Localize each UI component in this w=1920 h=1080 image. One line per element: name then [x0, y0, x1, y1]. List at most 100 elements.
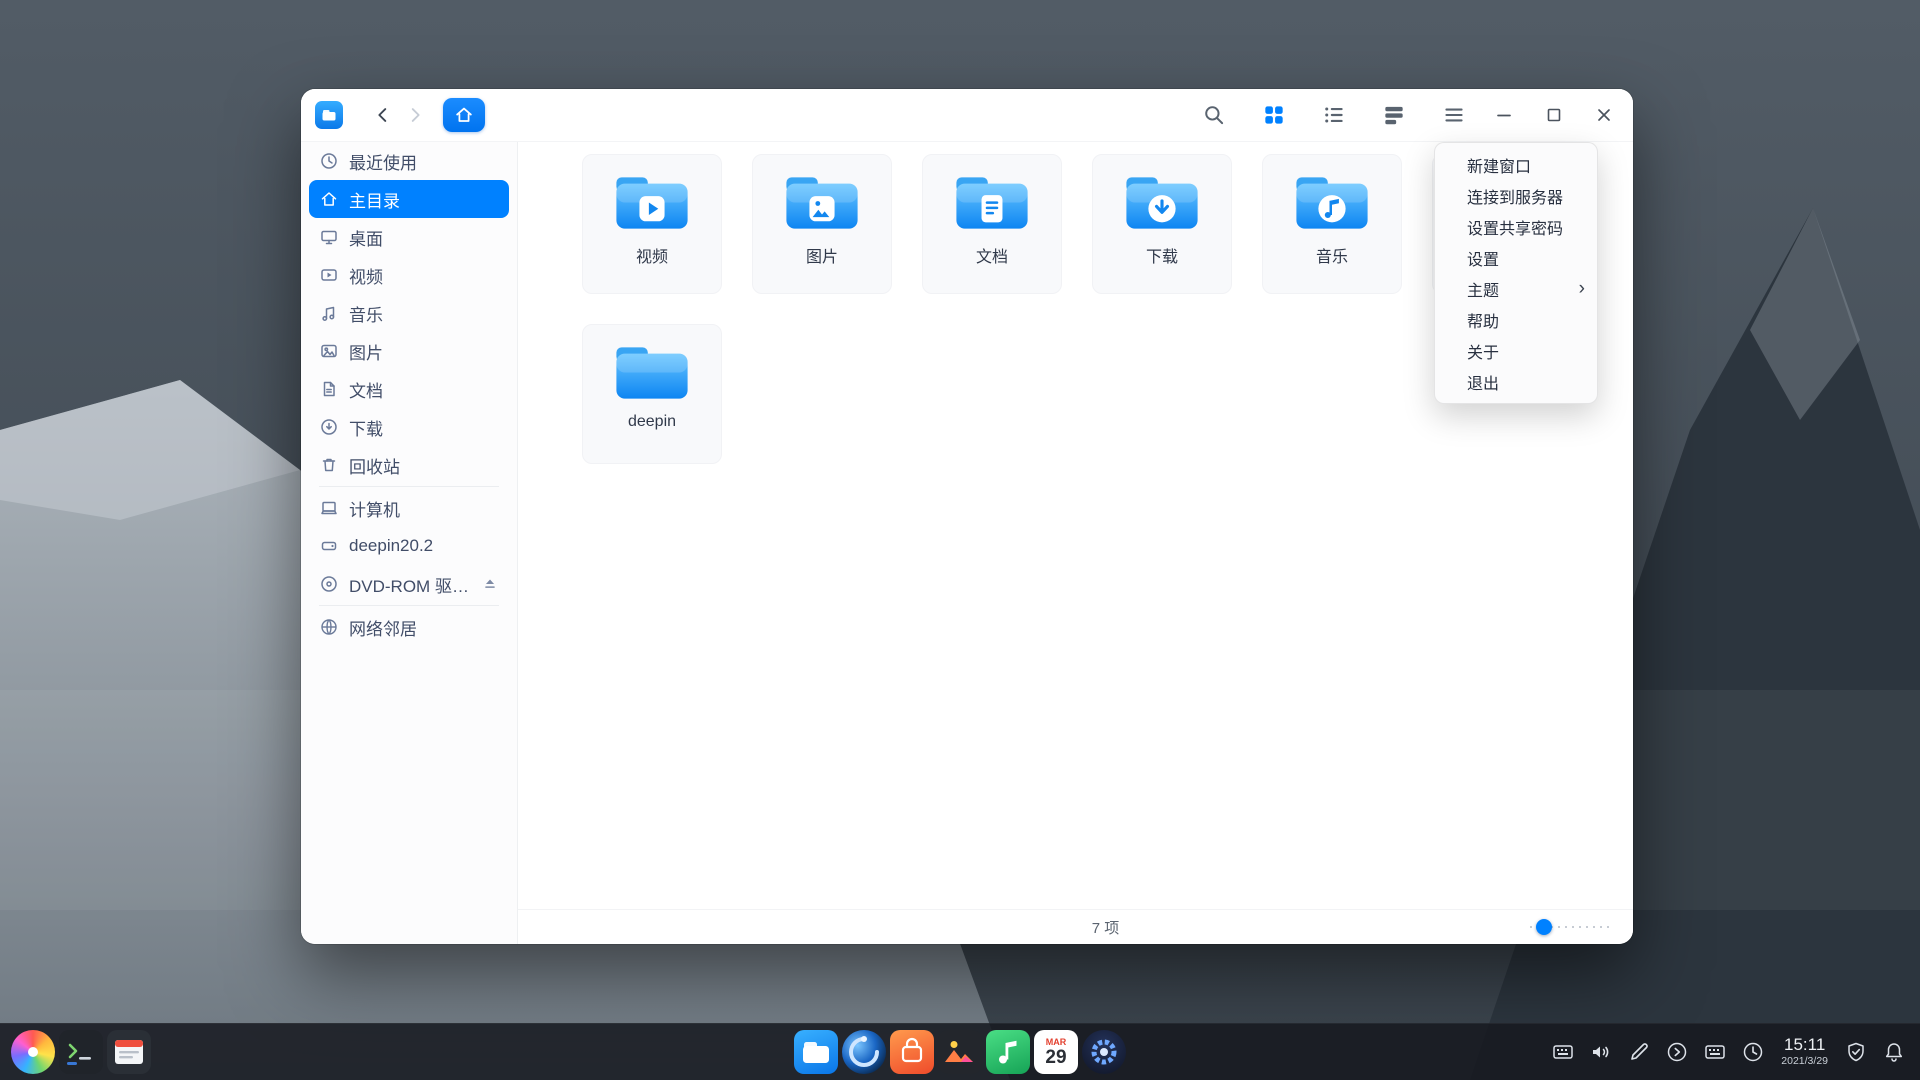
dvd-icon — [319, 574, 339, 594]
detail-view-button[interactable] — [1379, 100, 1409, 130]
dock-clock[interactable]: 15:11 2021/3/29 — [1781, 1036, 1828, 1067]
search-button[interactable] — [1199, 100, 1229, 130]
sidebar-item-documents[interactable]: 文档 — [309, 370, 509, 408]
editor-app-icon[interactable] — [107, 1030, 151, 1074]
dock-browser-icon[interactable] — [842, 1030, 886, 1074]
menu-item-help[interactable]: 帮助 — [1435, 304, 1597, 335]
folder-icon — [1290, 170, 1374, 237]
search-icon — [1201, 102, 1227, 128]
sidebar-item-pictures[interactable]: 图片 — [309, 332, 509, 370]
speaker-icon — [1589, 1040, 1613, 1064]
folder-downloads[interactable]: 下载 — [1092, 154, 1232, 294]
menu-item-theme[interactable]: 主题 › — [1435, 273, 1597, 304]
editor-glyph-icon — [107, 1030, 151, 1074]
folder-icon — [610, 340, 694, 407]
menu-item-exit[interactable]: 退出 — [1435, 366, 1597, 397]
folder-icon — [1120, 170, 1204, 237]
sidebar-item-dvdrom[interactable]: DVD-ROM 驱… — [309, 565, 509, 603]
folder-label: deepin — [628, 413, 676, 431]
sidebar-item-label: 网络邻居 — [349, 615, 499, 640]
dock-file-manager-icon[interactable] — [794, 1030, 838, 1074]
folder-glyph-icon — [794, 1030, 838, 1074]
dock-image-viewer-icon[interactable] — [938, 1030, 982, 1074]
file-manager-app-icon — [315, 101, 343, 129]
terminal-glyph-icon — [59, 1030, 103, 1074]
sidebar-item-music[interactable]: 音乐 — [309, 294, 509, 332]
item-count: 7 项 — [1032, 917, 1120, 938]
menu-item-share-password[interactable]: 设置共享密码 — [1435, 211, 1597, 242]
disk-icon — [319, 536, 339, 556]
download-icon — [319, 417, 339, 437]
menu-item-label: 设置 — [1467, 246, 1499, 270]
dock-app-group: MAR 29 — [794, 1030, 1126, 1074]
folder-music[interactable]: 音乐 — [1262, 154, 1402, 294]
grid-view-button[interactable] — [1259, 100, 1289, 130]
folder-label: 图片 — [806, 243, 838, 267]
folder-documents[interactable]: 文档 — [922, 154, 1062, 294]
menu-item-new-window[interactable]: 新建窗口 — [1435, 149, 1597, 180]
forward-icon — [404, 104, 426, 126]
maximize-button[interactable] — [1539, 100, 1569, 130]
launcher-icon[interactable] — [11, 1030, 55, 1074]
datetime-tray-icon[interactable] — [1741, 1040, 1765, 1064]
back-icon — [372, 104, 394, 126]
home-button[interactable] — [443, 98, 485, 132]
maximize-icon — [1542, 103, 1566, 127]
sidebar-divider — [319, 605, 499, 606]
menu-button[interactable] — [1439, 100, 1469, 130]
sidebar-item-recent[interactable]: 最近使用 — [309, 142, 509, 180]
desktop-icon — [319, 227, 339, 247]
list-view-button[interactable] — [1319, 100, 1349, 130]
menu-item-label: 设置共享密码 — [1467, 215, 1563, 239]
onboard-keyboard-tray-icon[interactable] — [1703, 1040, 1727, 1064]
sidebar-item-label: 主目录 — [349, 187, 499, 212]
document-icon — [319, 379, 339, 399]
hamburger-icon — [1441, 102, 1467, 128]
folder-videos[interactable]: 视频 — [582, 154, 722, 294]
minimize-button[interactable] — [1489, 100, 1519, 130]
sidebar-item-computer[interactable]: 计算机 — [309, 489, 509, 527]
chevron-right-icon — [1665, 1040, 1689, 1064]
icon-size-slider[interactable] — [1530, 919, 1614, 935]
notification-center-icon[interactable] — [1882, 1040, 1906, 1064]
file-manager-window: 最近使用 主目录 桌面 视频 音乐 图片 — [301, 89, 1633, 944]
sidebar-item-network[interactable]: 网络邻居 — [309, 608, 509, 646]
shopping-bag-icon — [890, 1030, 934, 1074]
menu-item-about[interactable]: 关于 — [1435, 335, 1597, 366]
screenshot-tray-icon[interactable] — [1627, 1040, 1651, 1064]
terminal-app-icon[interactable] — [59, 1030, 103, 1074]
tray-expand-icon[interactable] — [1665, 1040, 1689, 1064]
sidebar-item-disk-deepin[interactable]: deepin20.2 — [309, 527, 509, 565]
input-method-tray-icon[interactable] — [1551, 1040, 1575, 1064]
dock-music-icon[interactable] — [986, 1030, 1030, 1074]
menu-item-settings[interactable]: 设置 — [1435, 242, 1597, 273]
folder-icon — [950, 170, 1034, 237]
dock-calendar-icon[interactable]: MAR 29 — [1034, 1030, 1078, 1074]
sidebar-item-downloads[interactable]: 下载 — [309, 408, 509, 446]
close-button[interactable] — [1589, 100, 1619, 130]
volume-tray-icon[interactable] — [1589, 1040, 1613, 1064]
sidebar-item-label: 音乐 — [349, 301, 499, 326]
back-button[interactable] — [367, 99, 399, 131]
clock-icon — [319, 151, 339, 171]
folder-pictures[interactable]: 图片 — [752, 154, 892, 294]
folder-icon — [610, 170, 694, 237]
folder-deepin[interactable]: deepin — [582, 324, 722, 464]
app-menu: 新建窗口 连接到服务器 设置共享密码 设置 主题 › 帮助 关于 退出 — [1434, 142, 1598, 404]
forward-button[interactable] — [399, 99, 431, 131]
calendar-day: 29 — [1045, 1047, 1066, 1069]
sidebar-item-desktop[interactable]: 桌面 — [309, 218, 509, 256]
sidebar-item-videos[interactable]: 视频 — [309, 256, 509, 294]
slider-handle[interactable] — [1536, 919, 1552, 935]
dock: MAR 29 15:11 2021/3/2 — [0, 1023, 1920, 1080]
sidebar-item-label: 桌面 — [349, 225, 499, 250]
music-icon — [319, 303, 339, 323]
sidebar-item-trash[interactable]: 回收站 — [309, 446, 509, 484]
security-tray-icon[interactable] — [1844, 1040, 1868, 1064]
photo-glyph-icon — [938, 1030, 982, 1074]
menu-item-connect-server[interactable]: 连接到服务器 — [1435, 180, 1597, 211]
sidebar-item-home[interactable]: 主目录 — [309, 180, 509, 218]
dock-app-store-icon[interactable] — [890, 1030, 934, 1074]
dock-control-center-icon[interactable] — [1082, 1030, 1126, 1074]
eject-icon[interactable] — [481, 575, 499, 593]
